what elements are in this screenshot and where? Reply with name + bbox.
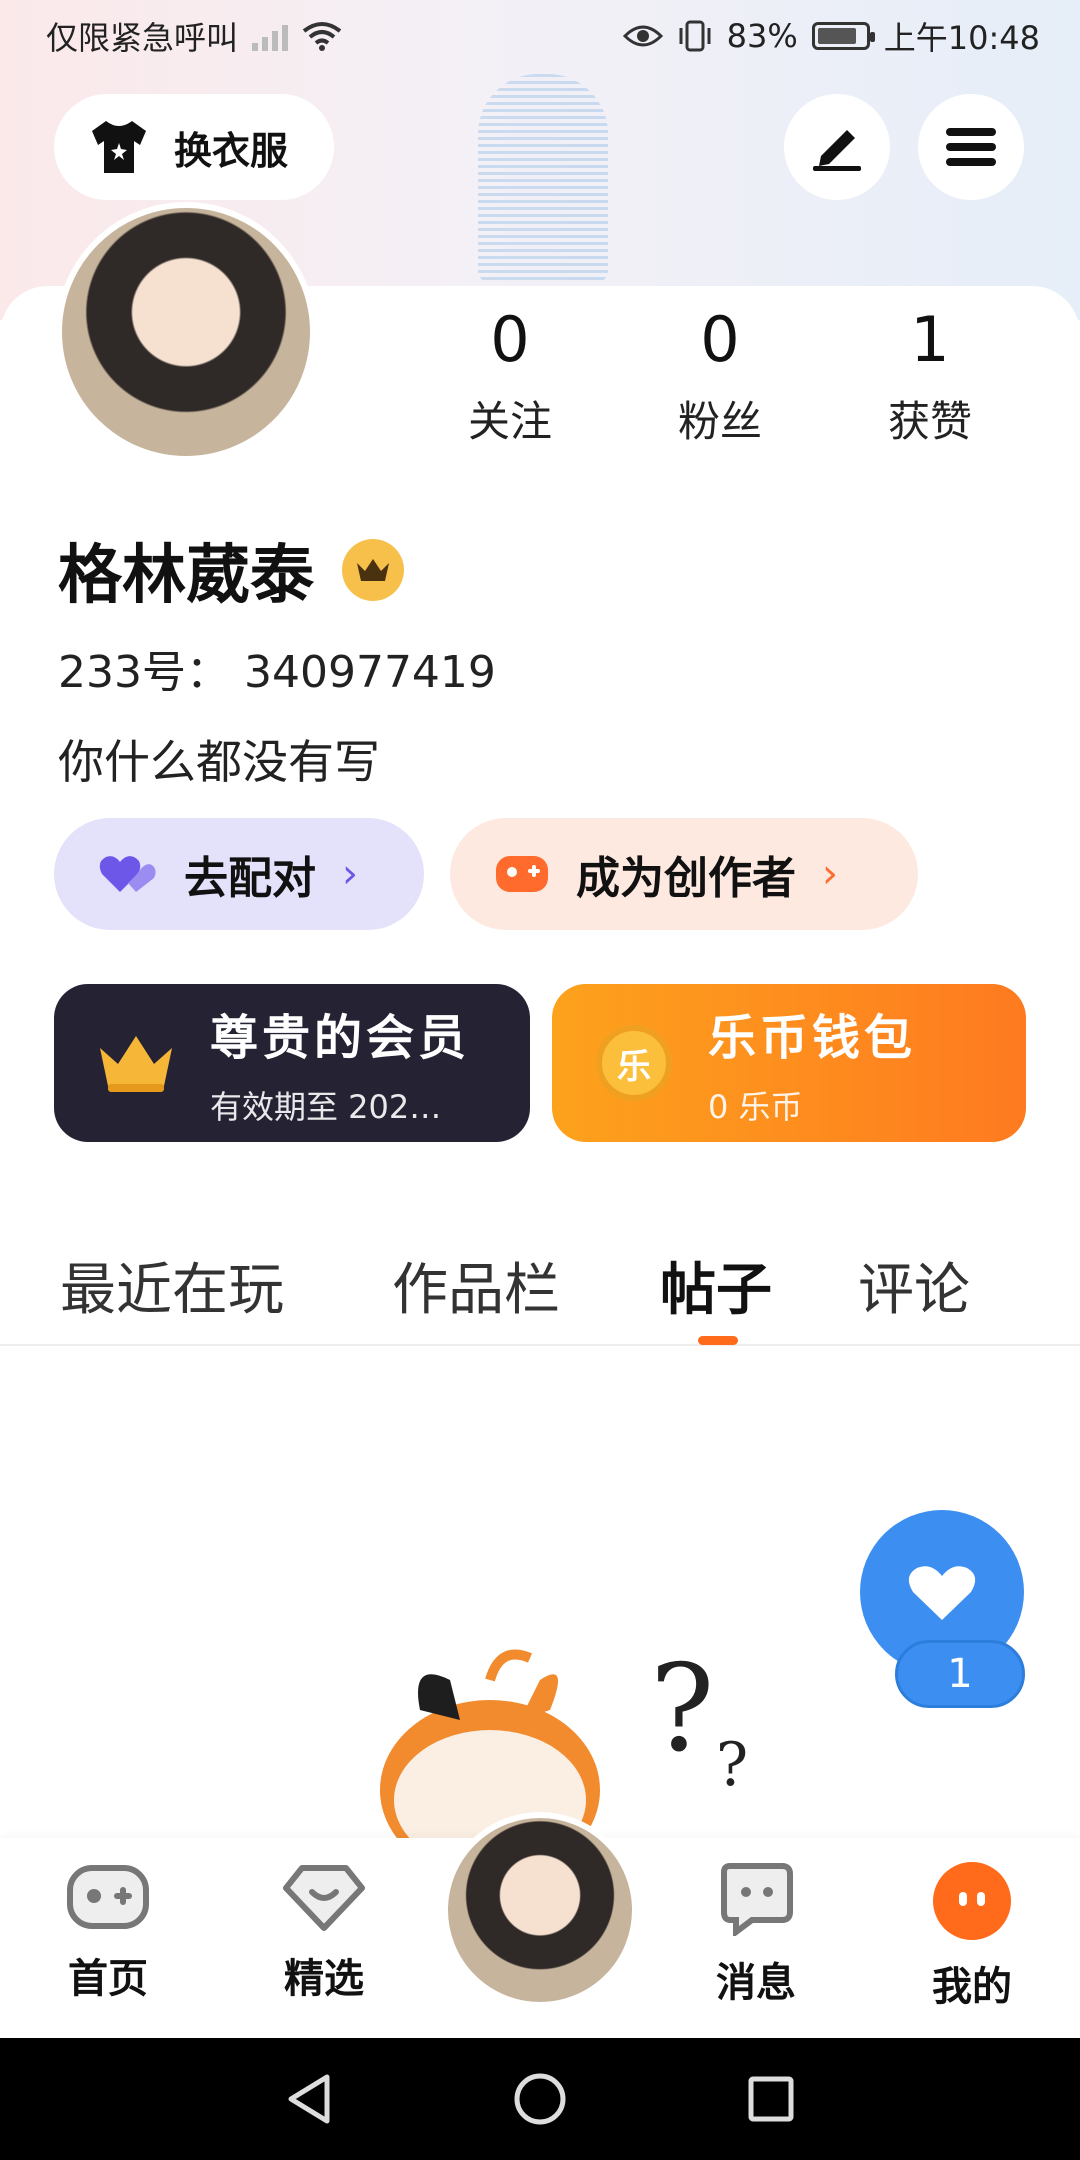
question-mark-icon: ? (650, 1640, 715, 1779)
tab-comments[interactable]: 评论 (858, 1245, 970, 1326)
signal-icon (252, 21, 289, 51)
profile-tabs: 最近在玩 作品栏 帖子 评论 (0, 1226, 1080, 1346)
bottom-navigation: 首页 精选 消息 我的 (0, 1812, 1080, 2038)
question-mark-icon: ? (716, 1730, 749, 1800)
nav-label: 我的 (932, 1964, 1012, 2010)
vip-crown-badge[interactable] (342, 539, 404, 601)
status-bar: 仅限紧急呼叫 83% 上午10:48 (0, 0, 1080, 72)
active-tab-indicator (698, 1336, 738, 1345)
avatar-hologram (478, 74, 608, 284)
wifi-icon (302, 22, 342, 51)
change-outfit-button[interactable]: 换衣服 (54, 94, 334, 200)
battery-percent: 83% (726, 17, 798, 55)
status-time: 上午10:48 (883, 19, 1040, 57)
nav-messages[interactable]: 消息 (686, 1862, 826, 2008)
vip-membership-card[interactable]: 尊贵的会员 有效期至 202… (54, 984, 530, 1142)
menu-button[interactable] (918, 94, 1024, 200)
crown-icon (357, 559, 389, 581)
stat-likes[interactable]: 1 获赞 (830, 300, 1030, 449)
user-id: 233号： 340977419 (58, 647, 496, 698)
home-icon[interactable] (513, 2072, 567, 2126)
tab-works[interactable]: 作品栏 (392, 1245, 560, 1326)
stat-followers[interactable]: 0 粉丝 (620, 300, 820, 449)
stat-label: 获赞 (887, 397, 972, 446)
like-count-badge: 1 (895, 1640, 1025, 1708)
nav-avatar-button[interactable] (442, 1812, 638, 2008)
heart-icon (908, 1566, 976, 1620)
status-carrier-text: 仅限紧急呼叫 (46, 19, 239, 57)
profile-stats: 0 关注 0 粉丝 1 获赞 (410, 300, 1030, 449)
nav-label: 首页 (68, 1956, 148, 2002)
become-creator-button[interactable]: 成为创作者 › (450, 818, 918, 930)
wallet-title: 乐币钱包 (708, 1010, 917, 1066)
tab-posts[interactable]: 帖子 (660, 1245, 772, 1326)
stat-value: 0 (490, 303, 530, 376)
pair-button[interactable]: 去配对 › (54, 818, 424, 930)
wallet-balance: 0 乐币 (708, 1088, 803, 1126)
user-bio[interactable]: 你什么都没有写 (58, 726, 380, 792)
battery-icon (811, 22, 875, 50)
gamepad-outline-icon (67, 1865, 149, 1929)
me-face-icon (933, 1862, 1011, 1940)
tshirt-icon (92, 121, 146, 173)
nav-home[interactable]: 首页 (38, 1862, 178, 2004)
vibrate-icon (679, 20, 711, 52)
hamburger-icon (946, 128, 996, 166)
stat-following[interactable]: 0 关注 (410, 300, 610, 449)
stat-label: 关注 (467, 397, 552, 446)
gamepad-icon (496, 856, 548, 892)
gold-crown-icon (100, 1036, 172, 1092)
chat-bubble-icon (721, 1863, 793, 1936)
username-row: 格林葳泰 (58, 524, 404, 616)
vip-title: 尊贵的会员 (210, 1010, 471, 1066)
change-outfit-label: 换衣服 (174, 128, 289, 173)
coin-icon: 乐 (596, 1025, 672, 1101)
username: 格林葳泰 (58, 539, 314, 613)
pen-icon (813, 130, 861, 171)
nav-featured[interactable]: 精选 (254, 1862, 394, 2004)
creator-label: 成为创作者 (576, 853, 796, 904)
double-heart-icon (99, 856, 156, 892)
coin-symbol: 乐 (617, 1046, 651, 1087)
vip-expiry: 有效期至 202… (210, 1088, 442, 1126)
chevron-right-icon: › (822, 851, 838, 897)
stat-value: 1 (910, 303, 950, 376)
nav-me[interactable]: 我的 (902, 1862, 1042, 2012)
nav-label: 精选 (284, 1956, 364, 2002)
empty-state-mascot (380, 1649, 600, 1840)
nav-label: 消息 (716, 1960, 796, 2006)
eye-comfort-icon (622, 25, 663, 47)
edit-profile-button[interactable] (784, 94, 890, 200)
recents-icon[interactable] (747, 2075, 795, 2123)
stat-label: 粉丝 (677, 397, 762, 446)
diamond-heart-icon (283, 1865, 365, 1931)
back-icon[interactable] (285, 2073, 333, 2125)
avatar[interactable] (56, 202, 316, 462)
pair-label: 去配对 (184, 853, 316, 904)
coin-wallet-card[interactable]: 乐 乐币钱包 0 乐币 (552, 984, 1026, 1142)
system-navigation-bar (0, 2038, 1080, 2160)
chevron-right-icon: › (342, 851, 358, 897)
tab-recently-played[interactable]: 最近在玩 (60, 1245, 284, 1326)
stat-value: 0 (700, 303, 740, 376)
